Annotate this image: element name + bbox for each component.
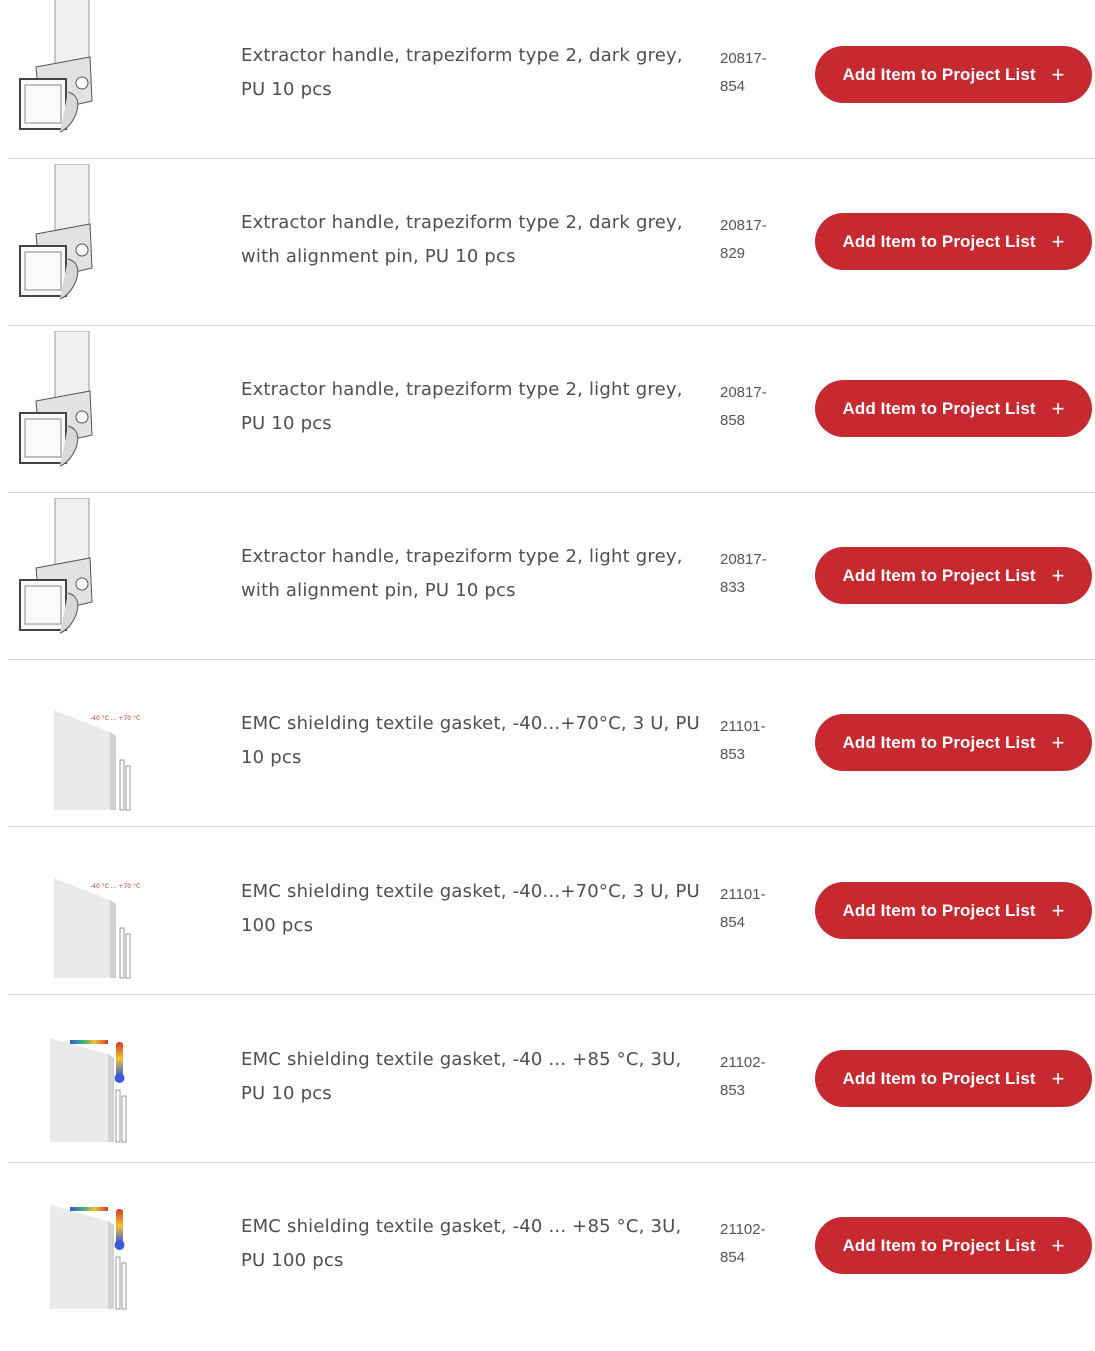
product-code: 20817-829 [720, 217, 767, 262]
gasket-thermometer-icon [50, 1205, 127, 1310]
add-to-project-list-button[interactable]: Add Item to Project List + [815, 714, 1092, 771]
product-image [10, 163, 150, 314]
temperature-range-label: -40 °C ... +70 °C [90, 715, 140, 722]
list-item: -40 °C ... +70 °C EMC shielding textile … [0, 660, 1095, 827]
button-label: Add Item to Project List [842, 732, 1036, 752]
product-description: EMC shielding textile gasket, -40...+70°… [241, 881, 700, 936]
product-description: EMC shielding textile gasket, -40...+70°… [241, 713, 700, 768]
add-to-project-list-button[interactable]: Add Item to Project List + [815, 46, 1092, 103]
divider [8, 826, 1095, 827]
product-code: 20817-833 [720, 551, 767, 596]
product-description: Extractor handle, trapeziform type 2, da… [241, 212, 683, 267]
button-label: Add Item to Project List [842, 565, 1036, 585]
product-code: 21101-853 [720, 718, 766, 763]
product-image [10, 330, 150, 481]
product-description: Extractor handle, trapeziform type 2, li… [241, 379, 683, 434]
plus-icon: + [1051, 61, 1065, 87]
list-item: Extractor handle, trapeziform type 2, li… [0, 326, 1095, 493]
extractor-handle-icon [19, 0, 93, 133]
plus-icon: + [1051, 1232, 1065, 1258]
product-code: 20817-858 [720, 384, 767, 429]
product-image [10, 0, 150, 147]
plus-icon: + [1051, 562, 1065, 588]
button-label: Add Item to Project List [842, 231, 1036, 251]
add-to-project-list-button[interactable]: Add Item to Project List + [815, 1217, 1092, 1274]
product-description: Extractor handle, trapeziform type 2, li… [241, 546, 683, 601]
list-item: Extractor handle, trapeziform type 2, li… [0, 493, 1095, 660]
plus-icon: + [1051, 1065, 1065, 1091]
plus-icon: + [1051, 228, 1065, 254]
button-label: Add Item to Project List [842, 398, 1036, 418]
divider [8, 994, 1095, 995]
product-description: Extractor handle, trapeziform type 2, da… [241, 45, 683, 100]
add-to-project-list-button[interactable]: Add Item to Project List + [815, 547, 1092, 604]
product-code: 21102-853 [720, 1054, 766, 1099]
list-item: -40 °C ... +70 °C EMC shielding textile … [0, 828, 1095, 995]
gasket-thermometer-icon [50, 1038, 127, 1143]
plus-icon: + [1051, 395, 1065, 421]
list-item: Extractor handle, trapeziform type 2, da… [0, 159, 1095, 326]
product-image [10, 1201, 150, 1351]
product-code: 21101-854 [720, 886, 766, 931]
add-to-project-list-button[interactable]: Add Item to Project List + [815, 1050, 1092, 1107]
list-item: Extractor handle, trapeziform type 2, da… [0, 0, 1095, 159]
add-to-project-list-button[interactable]: Add Item to Project List + [815, 882, 1092, 939]
plus-icon: + [1051, 729, 1065, 755]
button-label: Add Item to Project List [842, 1235, 1036, 1255]
add-to-project-list-button[interactable]: Add Item to Project List + [815, 380, 1092, 437]
button-label: Add Item to Project List [842, 1068, 1036, 1088]
plus-icon: + [1051, 897, 1065, 923]
gasket-icon: -40 °C ... +70 °C [54, 710, 140, 811]
product-code: 20817-854 [720, 50, 767, 95]
extractor-handle-icon [19, 497, 93, 634]
list-item: EMC shielding textile gasket, -40 ... +8… [0, 996, 1095, 1163]
product-description: EMC shielding textile gasket, -40 ... +8… [241, 1049, 682, 1104]
list-item: EMC shielding textile gasket, -40 ... +8… [0, 1163, 1095, 1330]
extractor-handle-icon [19, 330, 93, 467]
product-description: EMC shielding textile gasket, -40 ... +8… [241, 1216, 682, 1271]
product-image [10, 497, 150, 648]
extractor-handle-icon [19, 163, 93, 300]
gasket-icon: -40 °C ... +70 °C [54, 878, 140, 979]
button-label: Add Item to Project List [842, 900, 1036, 920]
add-to-project-list-button[interactable]: Add Item to Project List + [815, 213, 1092, 270]
temperature-range-label: -40 °C ... +70 °C [90, 883, 140, 890]
product-code: 21102-854 [720, 1221, 766, 1266]
button-label: Add Item to Project List [842, 64, 1036, 84]
